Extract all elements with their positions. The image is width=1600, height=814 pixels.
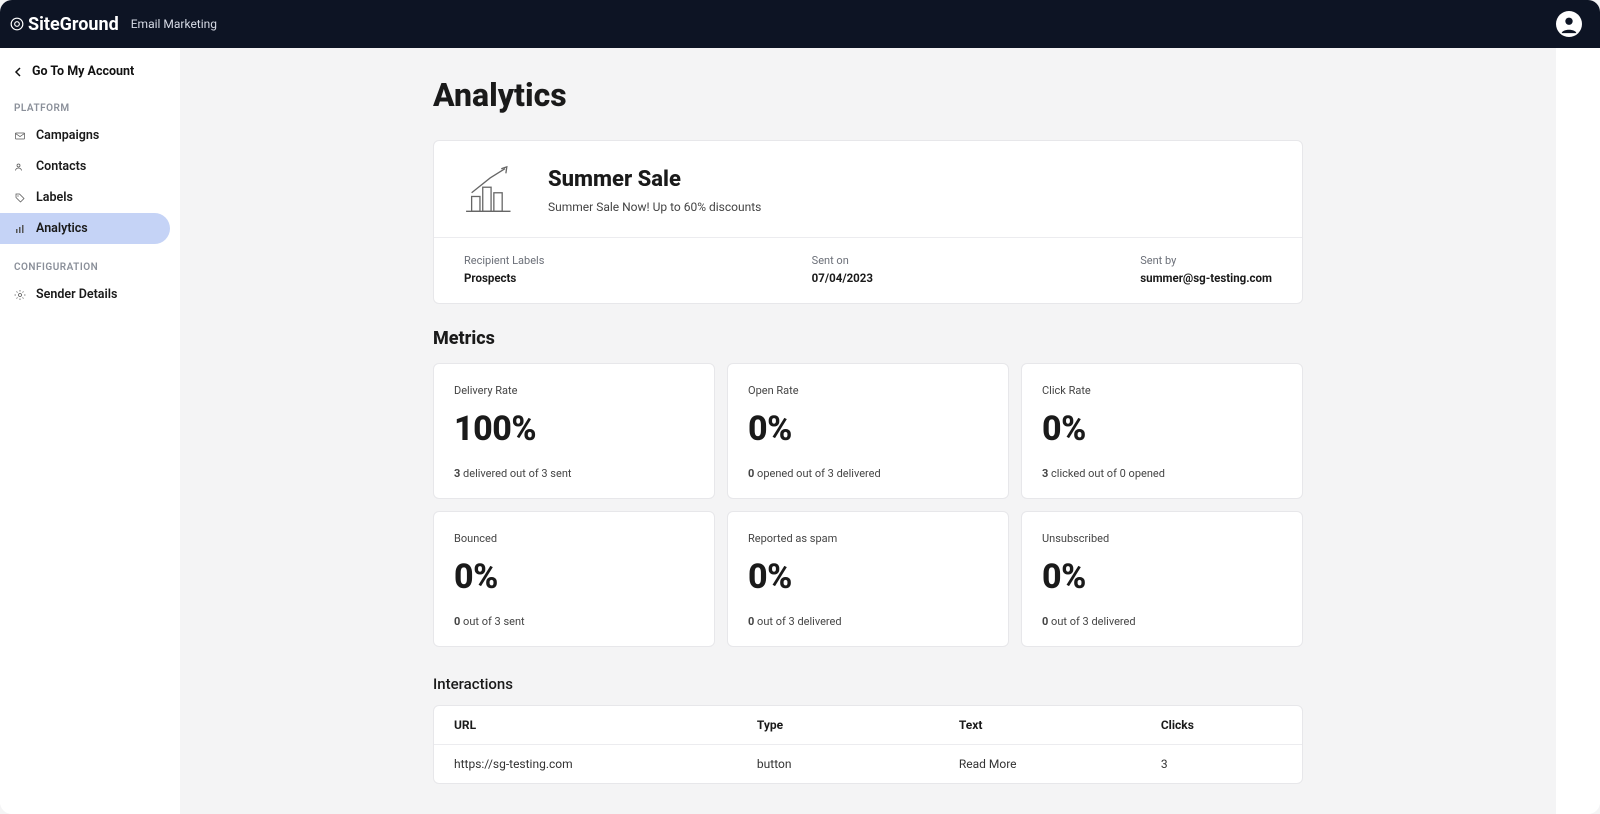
users-icon <box>14 161 26 173</box>
sent-by-heading: Sent by <box>1140 254 1272 267</box>
sidebar-item-label: Sender Details <box>36 287 117 302</box>
app-name: Email Marketing <box>131 17 217 31</box>
campaign-subtitle: Summer Sale Now! Up to 60% discounts <box>548 200 761 214</box>
bar-chart-icon <box>14 223 26 235</box>
cell-url: https://sg-testing.com <box>454 757 757 771</box>
sidebar: Go To My Account PLATFORM Campaigns Cont… <box>0 48 180 814</box>
metric-footnote: 3 clicked out of 0 opened <box>1042 467 1282 480</box>
metric-footnote: 0 opened out of 3 delivered <box>748 467 988 480</box>
metric-label: Unsubscribed <box>1042 532 1282 545</box>
metric-value: 0% <box>1042 557 1282 597</box>
mail-icon <box>14 130 26 142</box>
brand-logo: SiteGround <box>10 14 119 35</box>
page-title: Analytics <box>433 76 1303 114</box>
campaign-summary-card: Summer Sale Summer Sale Now! Up to 60% d… <box>433 140 1303 304</box>
brand-icon <box>10 17 24 31</box>
recipient-labels-value: Prospects <box>464 271 544 285</box>
metric-card-bounced: Bounced 0% 0 out of 3 sent <box>433 511 715 647</box>
metric-value: 0% <box>748 557 988 597</box>
top-bar: SiteGround Email Marketing <box>0 0 1600 48</box>
sidebar-item-analytics[interactable]: Analytics <box>0 213 170 244</box>
table-header-row: URL Type Text Clicks <box>434 706 1302 745</box>
metric-footnote: 0 out of 3 delivered <box>1042 615 1282 628</box>
sidebar-item-label: Campaigns <box>36 128 99 143</box>
recipient-labels-heading: Recipient Labels <box>464 254 544 267</box>
table-row: https://sg-testing.com button Read More … <box>434 745 1302 783</box>
sent-on-heading: Sent on <box>812 254 873 267</box>
sent-by-value: summer@sg-testing.com <box>1140 271 1272 285</box>
metric-label: Reported as spam <box>748 532 988 545</box>
cell-type: button <box>757 757 959 771</box>
user-icon <box>1558 13 1580 35</box>
brand-text: SiteGround <box>28 14 119 35</box>
right-gutter <box>1556 48 1600 814</box>
sidebar-item-label: Labels <box>36 190 73 205</box>
col-clicks: Clicks <box>1161 718 1282 732</box>
metric-label: Bounced <box>454 532 694 545</box>
tag-icon <box>14 192 26 204</box>
metric-card-reported-spam: Reported as spam 0% 0 out of 3 delivered <box>727 511 1009 647</box>
sidebar-item-contacts[interactable]: Contacts <box>0 151 170 182</box>
cell-clicks: 3 <box>1161 757 1282 771</box>
metric-value: 0% <box>1042 409 1282 449</box>
gear-icon <box>14 289 26 301</box>
metric-footnote: 0 out of 3 sent <box>454 615 694 628</box>
arrow-left-icon <box>14 67 24 77</box>
campaign-title: Summer Sale <box>548 167 761 192</box>
interactions-table: URL Type Text Clicks https://sg-testing.… <box>433 705 1303 784</box>
metric-footnote: 0 out of 3 delivered <box>748 615 988 628</box>
metrics-grid: Delivery Rate 100% 3 delivered out of 3 … <box>433 363 1303 647</box>
cell-text: Read More <box>959 757 1161 771</box>
metric-card-click-rate: Click Rate 0% 3 clicked out of 0 opened <box>1021 363 1303 499</box>
metric-label: Open Rate <box>748 384 988 397</box>
back-label: Go To My Account <box>32 64 134 79</box>
section-platform-label: PLATFORM <box>0 85 180 120</box>
metric-value: 100% <box>454 409 694 449</box>
metric-card-unsubscribed: Unsubscribed 0% 0 out of 3 delivered <box>1021 511 1303 647</box>
col-url: URL <box>454 718 757 732</box>
sidebar-item-campaigns[interactable]: Campaigns <box>0 120 170 151</box>
sidebar-item-label: Analytics <box>36 221 88 236</box>
sidebar-item-label: Contacts <box>36 159 86 174</box>
metric-footnote: 3 delivered out of 3 sent <box>454 467 694 480</box>
metric-label: Delivery Rate <box>454 384 694 397</box>
analytics-chart-icon <box>464 165 520 215</box>
metric-card-open-rate: Open Rate 0% 0 opened out of 3 delivered <box>727 363 1009 499</box>
sent-on-value: 07/04/2023 <box>812 271 873 285</box>
sidebar-item-sender-details[interactable]: Sender Details <box>0 279 170 310</box>
account-avatar-button[interactable] <box>1556 11 1582 37</box>
interactions-heading: Interactions <box>433 675 1303 693</box>
back-to-account-link[interactable]: Go To My Account <box>0 58 180 85</box>
metric-value: 0% <box>454 557 694 597</box>
sidebar-item-labels[interactable]: Labels <box>0 182 170 213</box>
col-text: Text <box>959 718 1161 732</box>
section-configuration-label: CONFIGURATION <box>0 244 180 279</box>
main-content: Analytics <box>180 48 1556 814</box>
metric-label: Click Rate <box>1042 384 1282 397</box>
col-type: Type <box>757 718 959 732</box>
metrics-heading: Metrics <box>433 328 1303 349</box>
metric-card-delivery-rate: Delivery Rate 100% 3 delivered out of 3 … <box>433 363 715 499</box>
metric-value: 0% <box>748 409 988 449</box>
